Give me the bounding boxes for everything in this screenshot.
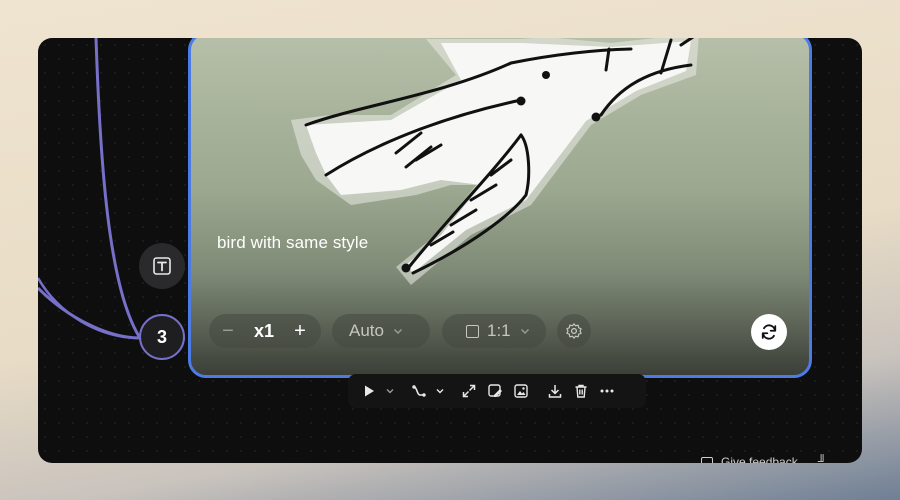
regenerate-button[interactable] bbox=[751, 314, 787, 350]
chevron-down-icon bbox=[386, 389, 394, 394]
prompt-text: bird with same style bbox=[217, 233, 369, 252]
mode-select[interactable]: Auto bbox=[332, 314, 430, 348]
image-frame-button[interactable] bbox=[508, 378, 534, 404]
chevron-down-icon bbox=[393, 329, 402, 334]
feedback-link[interactable]: Give feedback ╜ bbox=[701, 454, 827, 463]
quantity-stepper: − x1 + bbox=[209, 314, 321, 348]
chevron-down-icon bbox=[436, 389, 444, 394]
square-icon bbox=[466, 324, 479, 338]
footer-extra[interactable]: ╜ bbox=[818, 454, 827, 463]
aspect-ratio-label: 1:1 bbox=[487, 321, 511, 340]
image-frame-icon bbox=[514, 384, 528, 398]
node-toolbar bbox=[348, 374, 646, 408]
settings-button[interactable] bbox=[557, 314, 591, 348]
image-generation-node[interactable]: bird with same style − x1 + Auto 1:1 bbox=[188, 38, 812, 378]
delete-button[interactable] bbox=[568, 378, 594, 404]
play-icon bbox=[365, 385, 374, 397]
expand-icon bbox=[462, 384, 476, 398]
text-node-button[interactable] bbox=[139, 243, 185, 289]
mode-label: Auto bbox=[349, 321, 384, 340]
refresh-icon bbox=[761, 324, 777, 340]
quantity-value: x1 bbox=[253, 320, 275, 341]
gear-icon bbox=[566, 323, 582, 339]
edit-image-button[interactable] bbox=[482, 378, 508, 404]
more-options-button[interactable] bbox=[594, 378, 620, 404]
connector-button[interactable] bbox=[406, 378, 432, 404]
expand-button[interactable] bbox=[456, 378, 482, 404]
download-icon bbox=[548, 385, 562, 398]
decrement-button[interactable]: − bbox=[209, 320, 247, 343]
app-window: bird with same style − x1 + Auto 1:1 3 G… bbox=[38, 38, 862, 463]
edit-image-icon bbox=[488, 384, 502, 397]
connector-options-button[interactable] bbox=[432, 378, 448, 404]
feedback-icon bbox=[701, 456, 713, 463]
more-icon bbox=[600, 389, 614, 393]
text-icon bbox=[153, 257, 171, 275]
feedback-label: Give feedback bbox=[721, 455, 798, 463]
connection-count-badge[interactable]: 3 bbox=[139, 314, 185, 360]
download-button[interactable] bbox=[542, 378, 568, 404]
connector-icon bbox=[412, 385, 426, 397]
increment-button[interactable]: + bbox=[281, 320, 319, 343]
aspect-ratio-select[interactable]: 1:1 bbox=[442, 314, 546, 348]
chevron-down-icon bbox=[520, 329, 529, 334]
run-button[interactable] bbox=[356, 378, 382, 404]
trash-icon bbox=[575, 384, 587, 398]
run-options-button[interactable] bbox=[382, 378, 398, 404]
